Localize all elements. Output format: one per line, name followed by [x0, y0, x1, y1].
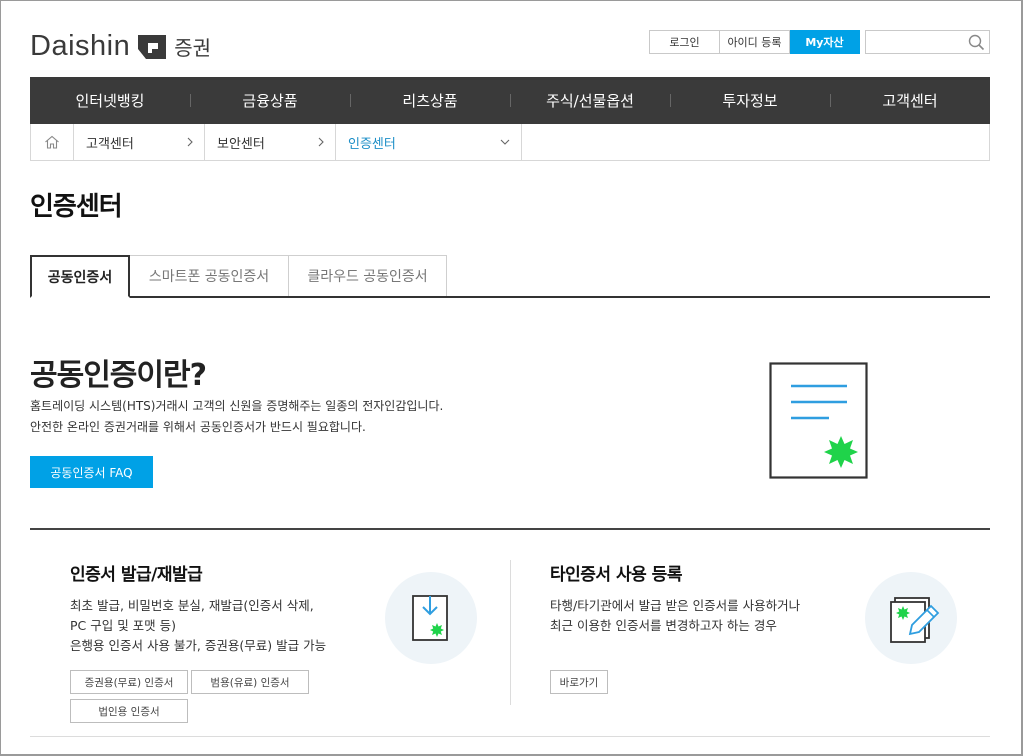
search-icon[interactable] [968, 34, 985, 55]
logo-text: Daishin [30, 30, 131, 62]
go-shortcut-button[interactable]: 바로가기 [550, 670, 608, 694]
issue-card-title: 인증서 발급/재발급 [70, 565, 203, 585]
certificate-illustration-icon [769, 362, 869, 484]
daishin-logo[interactable]: Daishin 증권 [30, 30, 211, 63]
nav-investment-info[interactable]: 투자정보 [670, 77, 830, 124]
chevron-right-icon [187, 137, 193, 147]
chevron-right-icon [318, 137, 324, 147]
tab-smartphone-certificate[interactable]: 스마트폰 공동인증서 [130, 255, 289, 296]
home-icon [45, 135, 59, 149]
breadcrumb-item-security-center[interactable]: 보안센터 [205, 124, 336, 160]
logo-sub-text: 증권 [174, 36, 212, 60]
card-separator [510, 560, 511, 705]
intro-line-1: 홈트레이딩 시스템(HTS)거래시 고객의 신원을 증명해주는 일종의 전자인감… [30, 399, 444, 413]
page-title: 인증센터 [30, 192, 123, 222]
logo-mark-icon [138, 34, 167, 59]
utility-menu: 로그인 아이디 등록 My자산 [649, 30, 860, 54]
tab-bar: 공동인증서 스마트폰 공동인증서 클라우드 공동인증서 [30, 255, 990, 298]
breadcrumb: 고객센터 보안센터 인증센터 [30, 124, 990, 161]
chevron-down-icon [500, 139, 510, 145]
bottom-divider [30, 736, 990, 737]
register-card-title: 타인증서 사용 등록 [550, 565, 682, 585]
tab-joint-certificate[interactable]: 공동인증서 [30, 255, 130, 298]
register-line-1: 타행/타기관에서 발급 받은 인증서를 사용하거나 [550, 598, 801, 613]
nav-internet-banking[interactable]: 인터넷뱅킹 [30, 77, 190, 124]
search-box [865, 30, 990, 54]
breadcrumb-label: 고객센터 [86, 136, 134, 152]
nav-financial-products[interactable]: 금융상품 [190, 77, 350, 124]
download-certificate-icon [412, 595, 448, 641]
nav-reits-products[interactable]: 리츠상품 [350, 77, 510, 124]
securities-cert-button[interactable]: 증권용(무료) 인증서 [70, 670, 188, 694]
login-button[interactable]: 로그인 [649, 30, 720, 54]
issue-card-description: 최초 발급, 비밀번호 분실, 재발급(인증서 삭제, PC 구입 및 포맷 등… [70, 596, 326, 656]
breadcrumb-home[interactable] [31, 124, 74, 160]
register-card-description: 타행/타기관에서 발급 받은 인증서를 사용하거나 최근 이용한 인증서를 변경… [550, 596, 800, 636]
intro-line-2: 안전한 온라인 증권거래를 위해서 공동인증서가 반드시 필요합니다. [30, 420, 366, 434]
tab-cloud-certificate[interactable]: 클라우드 공동인증서 [289, 255, 447, 296]
issue-line-2: PC 구입 및 포맷 등) [70, 618, 177, 633]
section-divider [30, 528, 990, 530]
cert-faq-button[interactable]: 공동인증서 FAQ [30, 456, 153, 488]
register-id-button[interactable]: 아이디 등록 [720, 30, 790, 54]
nav-customer-center[interactable]: 고객센터 [830, 77, 990, 124]
intro-description: 홈트레이딩 시스템(HTS)거래시 고객의 신원을 증명해주는 일종의 전자인감… [30, 396, 443, 438]
my-assets-button[interactable]: My자산 [790, 30, 860, 54]
main-navigation: 인터넷뱅킹 금융상품 리츠상품 주식/선물옵션 투자정보 고객센터 [30, 77, 990, 124]
corporate-cert-button[interactable]: 법인용 인증서 [70, 699, 188, 723]
general-cert-button[interactable]: 범용(유료) 인증서 [191, 670, 309, 694]
intro-title: 공동인증이란? [30, 358, 207, 393]
register-card-icon-circle [865, 572, 957, 664]
search-input[interactable] [866, 31, 962, 54]
nav-stocks-futures[interactable]: 주식/선물옵션 [510, 77, 670, 124]
issue-line-1: 최초 발급, 비밀번호 분실, 재발급(인증서 삭제, [70, 598, 314, 613]
issue-card-icon-circle [385, 572, 477, 664]
issue-line-3: 은행용 인증서 사용 불가, 증권용(무료) 발급 가능 [70, 638, 327, 653]
breadcrumb-label: 보안센터 [217, 136, 265, 152]
breadcrumb-item-cert-center[interactable]: 인증센터 [336, 124, 522, 160]
edit-certificate-icon [890, 597, 940, 643]
register-line-2: 최근 이용한 인증서를 변경하고자 하는 경우 [550, 618, 777, 633]
breadcrumb-label: 인증센터 [348, 136, 396, 152]
breadcrumb-item-customer-center[interactable]: 고객센터 [74, 124, 205, 160]
